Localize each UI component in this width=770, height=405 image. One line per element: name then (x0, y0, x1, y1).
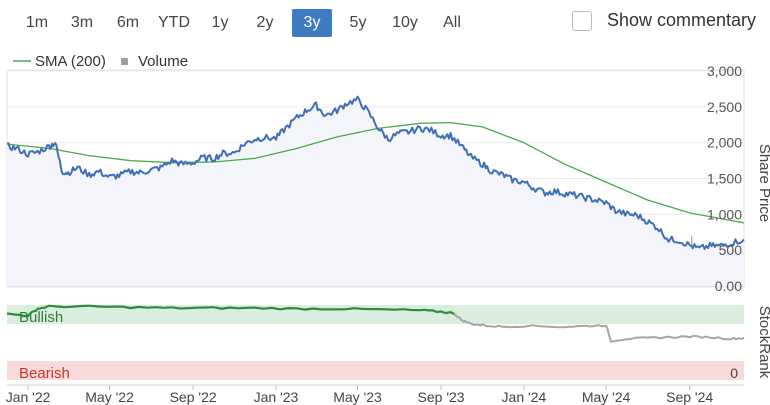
chart-legend: SMA (200) Volume (13, 53, 188, 70)
share-price-axis-title: Share Price (756, 144, 770, 222)
date-tick-label: Sep '24 (666, 389, 713, 405)
price-tick-label: 1,500 (707, 171, 742, 187)
bearish-band (7, 361, 744, 380)
date-tick-label: May '22 (85, 389, 134, 405)
price-tick-label: 500 (719, 242, 743, 258)
date-tick-label: Sep '22 (170, 389, 217, 405)
price-tick-label: 3,000 (707, 63, 742, 79)
price-chart: SMA (200) Volume 20m40m60m 0.005001,0001… (6, 53, 770, 405)
bearish-label: Bearish (19, 365, 70, 382)
date-tick-label: Jan '24 (502, 389, 547, 405)
date-tick-label: Jan '23 (254, 389, 299, 405)
stockrank-zero-tick: 0 (730, 365, 738, 381)
bullish-band (7, 305, 744, 324)
sma-legend-label: SMA (200) (35, 53, 106, 70)
price-tick-label: 2,500 (707, 99, 742, 115)
volume-legend-swatch (121, 58, 128, 65)
price-tick-label: 0.00 (715, 278, 742, 294)
date-tick-label: Jan '22 (6, 389, 51, 405)
stockrank-axis-title: StockRank (756, 306, 770, 379)
date-tick-label: Sep '23 (418, 389, 465, 405)
date-tick-label: May '24 (582, 389, 631, 405)
date-axis: Jan '22 May '22 Sep '22 Jan '23 May '23 Sep '… (6, 384, 744, 405)
stockrank-panel: Bullish Bearish 0 StockRank (6, 304, 770, 382)
price-tick-label: 1,000 (707, 206, 742, 222)
price-tick-label: 2,000 (707, 135, 742, 151)
bullish-label: Bullish (19, 309, 63, 326)
date-tick-label: May '23 (333, 389, 382, 405)
price-panel: 20m40m60m 0.005001,0001,5002,0002,5003,0… (6, 63, 770, 294)
volume-legend-label: Volume (138, 53, 188, 70)
